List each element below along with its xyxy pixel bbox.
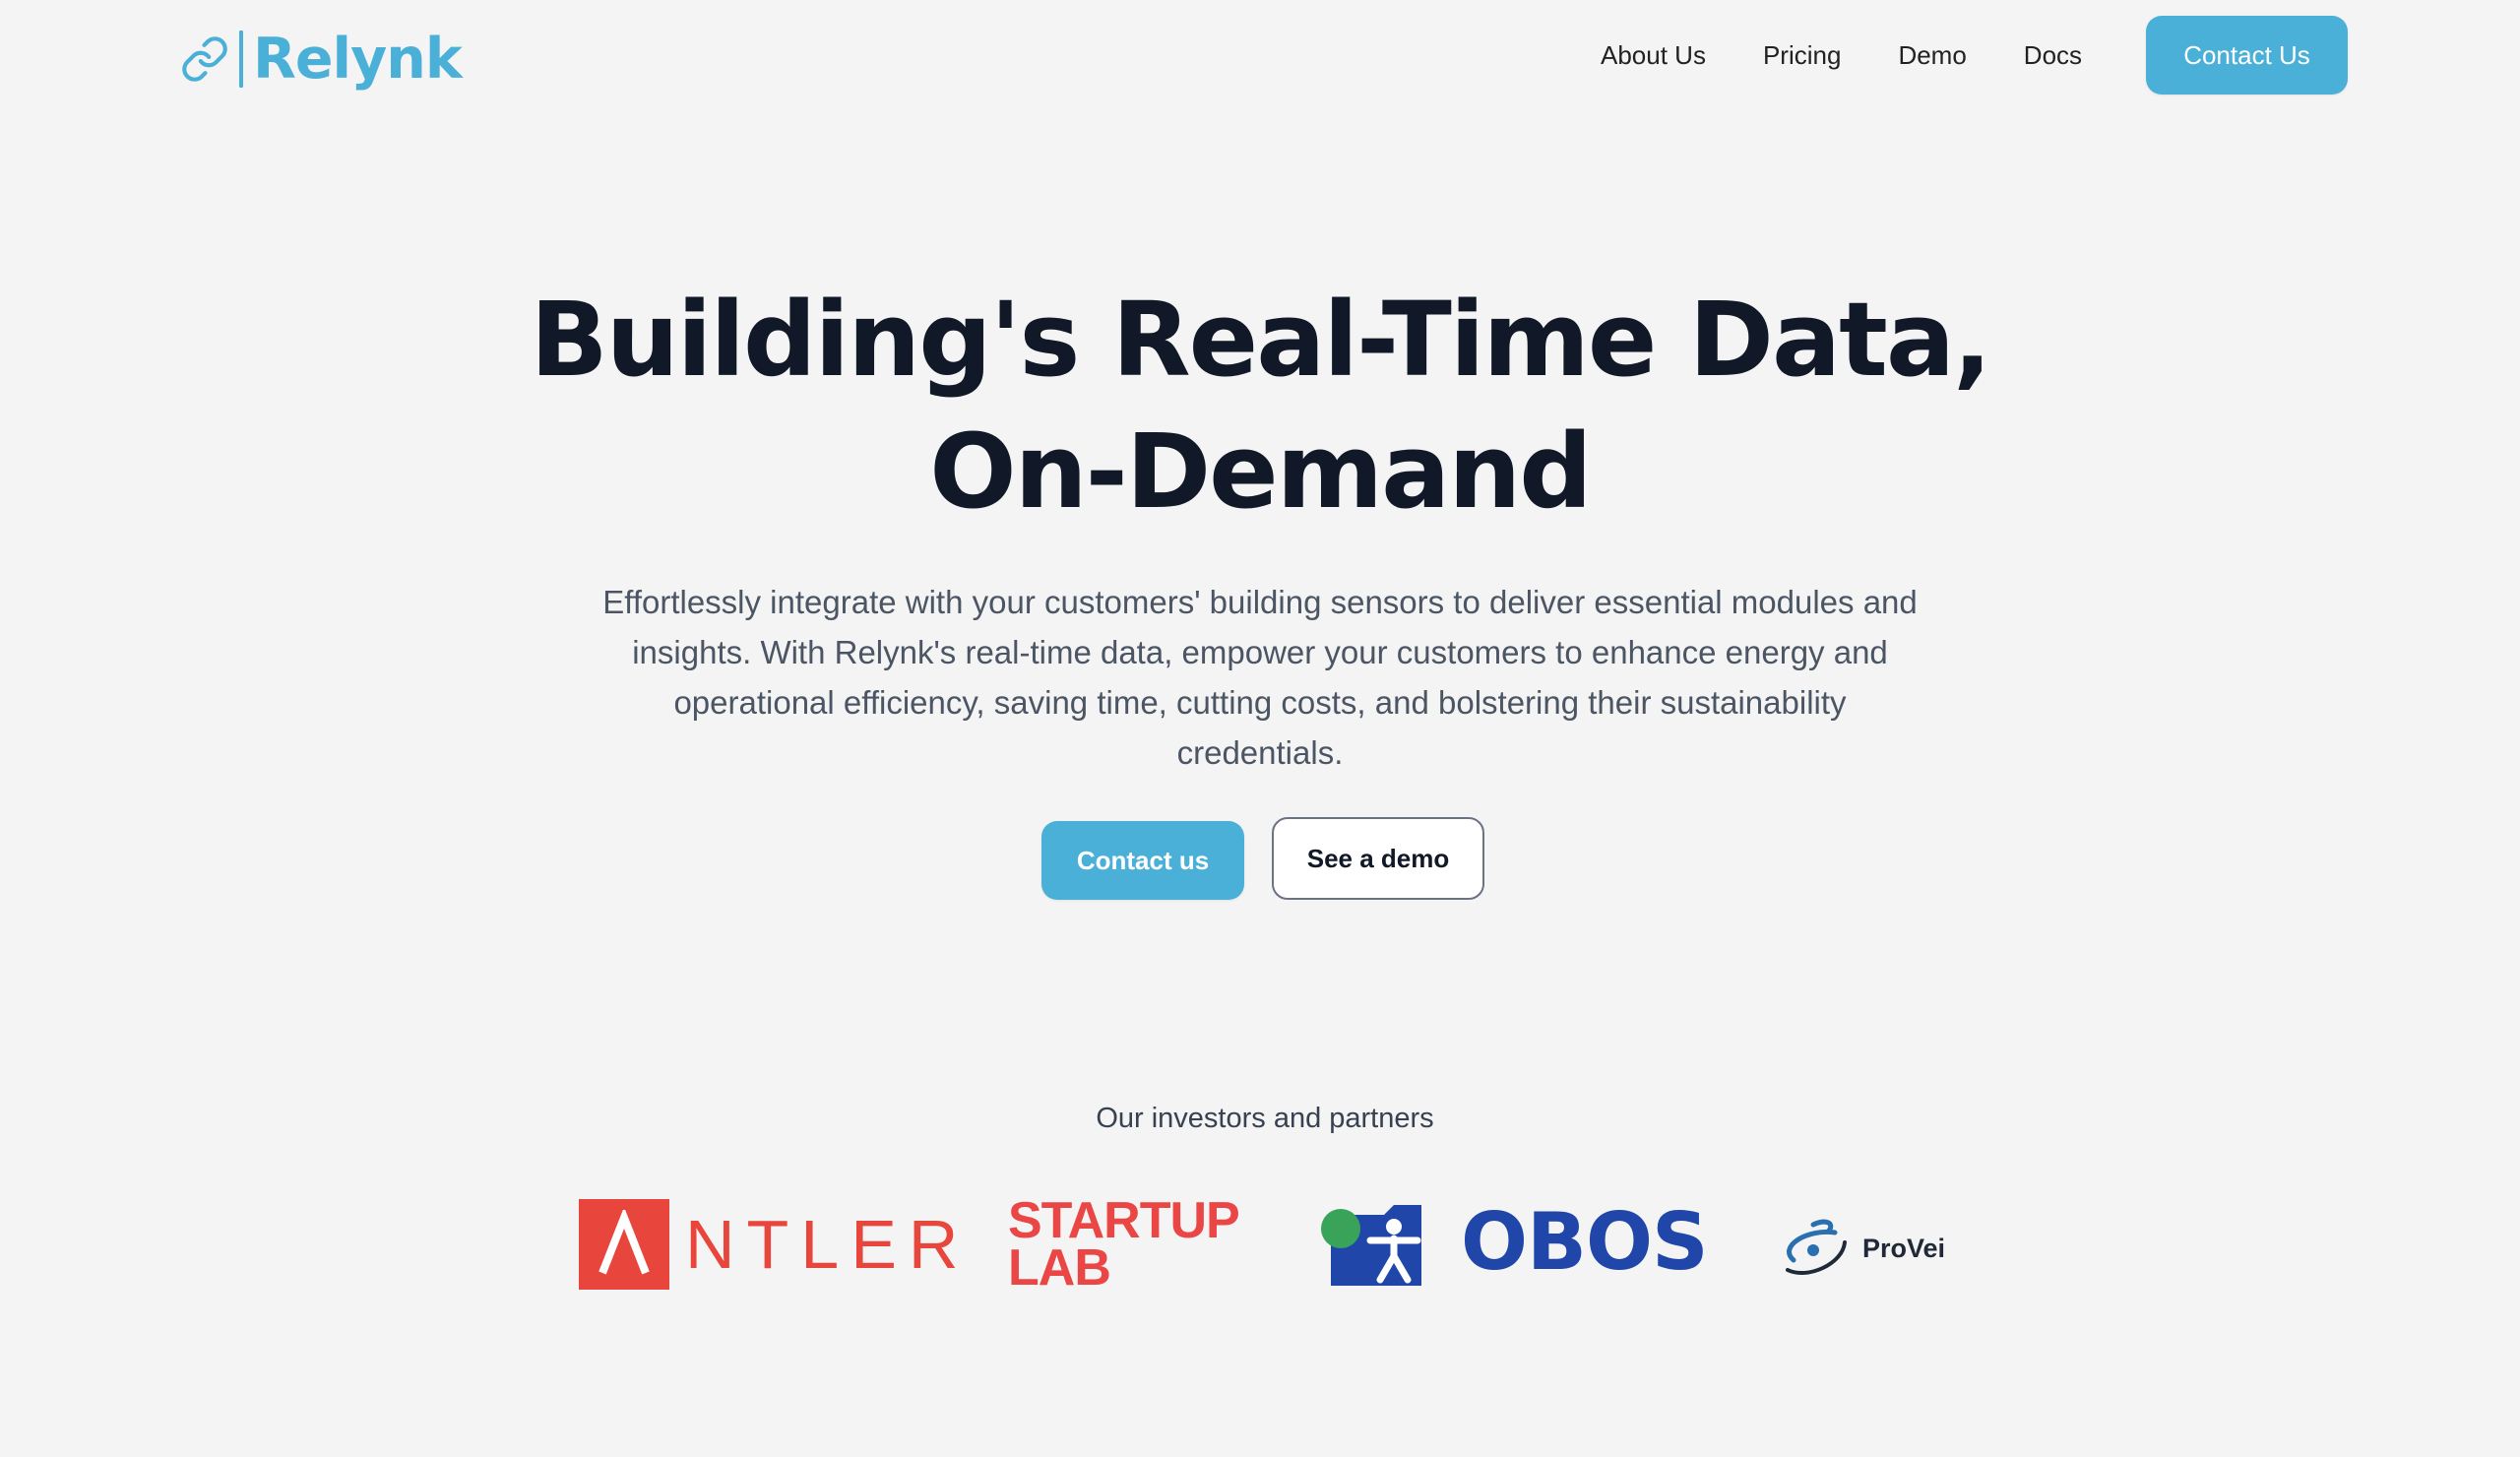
relynk-logo[interactable]: Relynk xyxy=(180,24,463,95)
nav-pricing[interactable]: Pricing xyxy=(1763,35,1841,75)
startup-lab-wordmark: STARTUP LAB xyxy=(1008,1195,1240,1294)
main-nav: About Us Pricing Demo Docs xyxy=(1601,35,2139,75)
logo-divider xyxy=(239,31,243,88)
header-contact-button[interactable]: Contact Us xyxy=(2146,16,2348,95)
see-demo-button[interactable]: See a demo xyxy=(1272,817,1484,900)
contact-us-button[interactable]: Contact us xyxy=(1041,821,1244,900)
provei-wordmark: ProVei xyxy=(1862,1233,1946,1263)
obos-logo: OBOS xyxy=(1311,1195,1709,1290)
nav-demo[interactable]: Demo xyxy=(1898,35,1966,75)
hero-subtitle: Effortlessly integrate with your custome… xyxy=(602,584,1918,771)
chain-link-icon xyxy=(182,36,227,82)
obos-wordmark: OBOS xyxy=(1461,1196,1709,1288)
hero-title-line-2: On-Demand xyxy=(929,412,1593,532)
hero-title: Building's Real-Time Data, On-Demand xyxy=(374,274,2146,538)
antler-wordmark: NTLER xyxy=(685,1206,971,1283)
hero-title-line-1: Building's Real-Time Data, xyxy=(530,280,1991,400)
partners-heading: Our investors and partners xyxy=(1096,1103,1434,1134)
site-header: Relynk About Us Pricing Demo Docs Contac… xyxy=(0,0,2520,112)
antler-logo: NTLER xyxy=(579,1199,970,1290)
startup-lab-logo: STARTUP LAB xyxy=(1008,1195,1240,1294)
provei-swirl-icon xyxy=(1786,1219,1847,1276)
antler-a-mark-icon xyxy=(579,1199,669,1290)
logo-wordmark: Relynk xyxy=(253,26,463,92)
nav-docs[interactable]: Docs xyxy=(2024,35,2082,75)
provei-logo: ProVei xyxy=(1778,1217,1951,1280)
nav-about-us[interactable]: About Us xyxy=(1601,35,1706,75)
obos-person-icon xyxy=(1321,1205,1421,1286)
startup-lab-line-2: LAB xyxy=(1008,1239,1111,1297)
